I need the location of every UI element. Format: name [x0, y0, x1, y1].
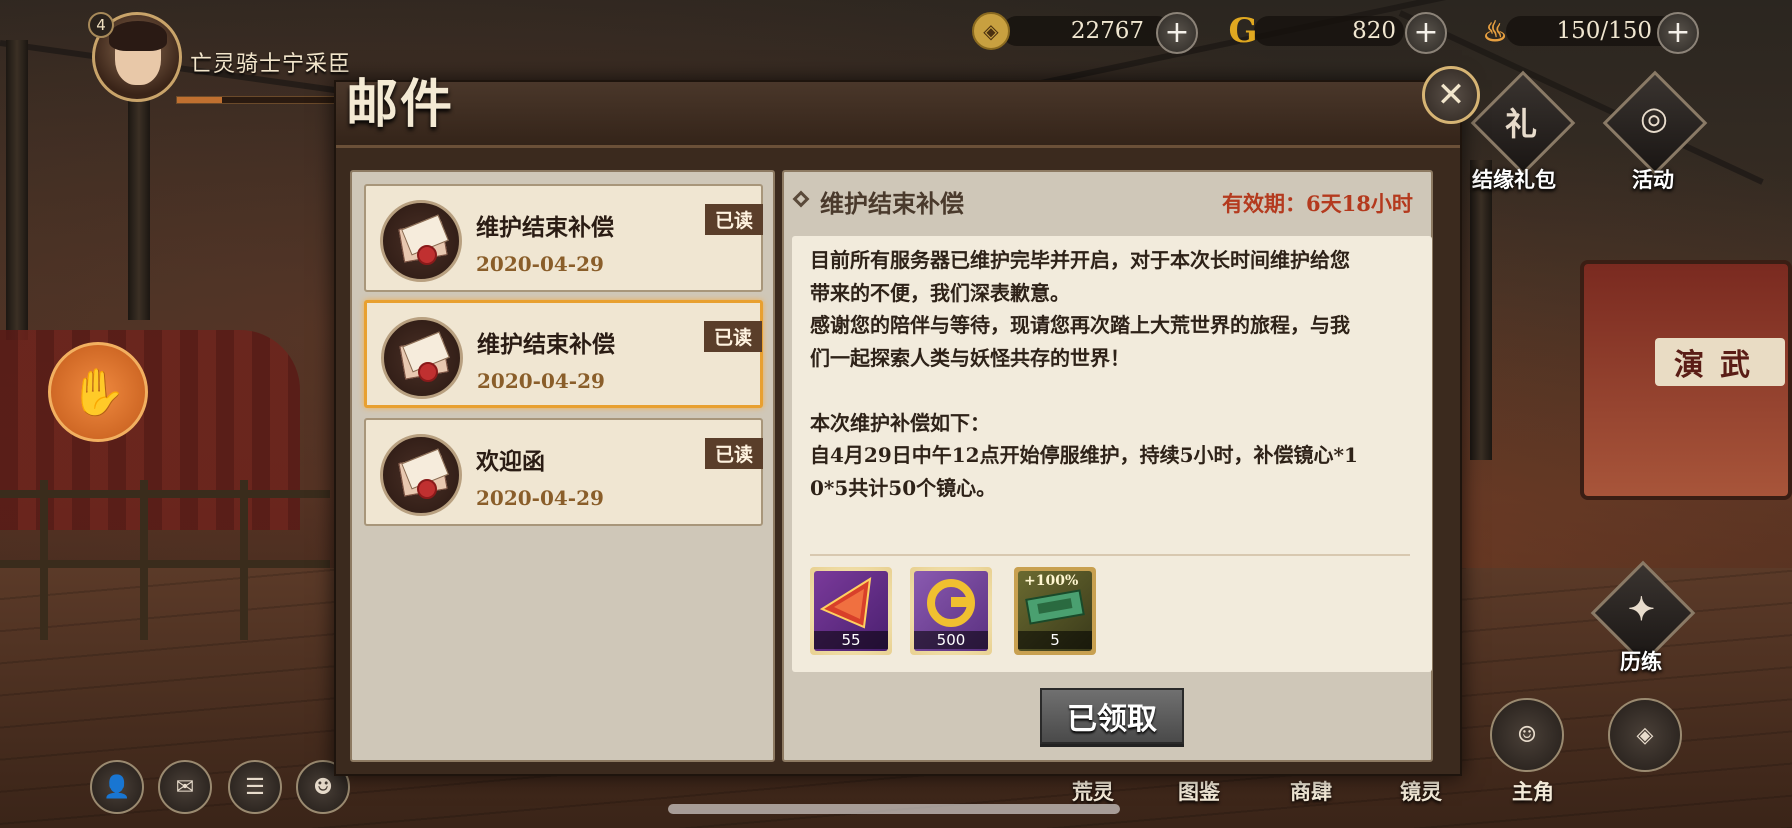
read-status-badge: 已读 — [703, 321, 762, 352]
hand-icon[interactable]: ✋ — [48, 342, 148, 442]
envelope-icon — [381, 317, 463, 399]
mail-validity: 有效期：6天18小时 — [1222, 191, 1413, 216]
reward-count: 55 — [814, 631, 888, 649]
reward-count: 500 — [914, 631, 988, 649]
nav-spirits[interactable]: 荒灵 — [1072, 776, 1114, 806]
reward-red-crystal[interactable]: 55 — [810, 567, 892, 655]
exp-boost-badge: +100% — [1024, 573, 1079, 589]
read-status-badge: 已读 — [704, 438, 763, 469]
mail-subject: 维护结束补偿 — [477, 331, 615, 358]
events-icon: ◎ — [1640, 99, 1668, 137]
reward-exp-ticket[interactable]: +100% 5 — [1014, 567, 1096, 655]
claimed-button[interactable]: 已领取 — [1040, 688, 1184, 744]
envelope-icon — [380, 200, 462, 282]
gold-mirror-icon — [927, 579, 975, 627]
add-mirror-heart-button[interactable]: + — [1405, 12, 1447, 54]
mail-list-item-selected[interactable]: 维护结束补偿 2020-04-29 已读 — [364, 300, 763, 408]
nav-mirror-spirits[interactable]: 镜灵 — [1400, 776, 1442, 806]
player-name: 亡灵骑士宁采臣 — [190, 52, 352, 77]
mail-detail-subject: 维护结束补偿 — [820, 189, 964, 218]
reward-count: 5 — [1018, 631, 1092, 649]
add-coins-button[interactable]: + — [1156, 12, 1198, 54]
resource-mirror-heart: G 820 — [1224, 11, 1404, 51]
stage-sign-text: 演武 — [1655, 338, 1785, 386]
protagonist-icon[interactable]: ☺ — [1490, 698, 1564, 772]
mail-date: 2020-04-29 — [476, 252, 604, 276]
chat-icon[interactable]: ✉ — [158, 760, 212, 814]
mail-subject: 维护结束补偿 — [476, 214, 614, 241]
side-label-training: 历练 — [1620, 649, 1662, 674]
red-crystal-icon — [819, 577, 872, 629]
tasks-icon[interactable]: ☰ — [228, 760, 282, 814]
side-label-gift-pack: 结缘礼包 — [1472, 167, 1556, 192]
add-stamina-button[interactable]: + — [1657, 12, 1699, 54]
side-label-events: 活动 — [1632, 167, 1674, 192]
mail-dialog-title: 邮件 — [346, 74, 455, 135]
reward-gold-mirror[interactable]: 500 — [910, 567, 992, 655]
mail-subject: 欢迎函 — [476, 448, 545, 475]
training-icon: ✦ — [1628, 590, 1655, 628]
nav-protagonist[interactable]: 主角 — [1512, 776, 1554, 806]
read-status-badge: 已读 — [704, 204, 763, 235]
mail-list: 维护结束补偿 2020-04-29 已读 维护结束补偿 2020-04-29 已… — [350, 170, 775, 762]
nav-codex[interactable]: 图鉴 — [1178, 776, 1220, 806]
settings-emblem-icon[interactable]: ◈ — [1608, 698, 1682, 772]
mail-date: 2020-04-29 — [477, 369, 605, 393]
mail-body-text: 目前所有服务器已维护完毕并开启，对于本次长时间维护给您 带来的不便，我们深表歉意… — [810, 248, 1358, 500]
resource-stamina: ♨ 150/150 — [1476, 12, 1676, 50]
mail-dialog-header — [336, 82, 1460, 148]
exp-bar — [176, 96, 356, 104]
resource-coins: ◈ 22767 — [972, 12, 1172, 50]
nav-shop[interactable]: 商肆 — [1290, 776, 1332, 806]
close-icon[interactable]: ✕ — [1422, 66, 1480, 124]
player-level-badge: 4 — [88, 12, 114, 38]
mail-date: 2020-04-29 — [476, 486, 604, 510]
envelope-icon — [380, 434, 462, 516]
friends-icon[interactable]: 👤 — [90, 760, 144, 814]
mail-list-item[interactable]: 维护结束补偿 2020-04-29 已读 — [364, 184, 763, 292]
gift-pack-icon: 礼 — [1505, 105, 1538, 143]
mail-list-item[interactable]: 欢迎函 2020-04-29 已读 — [364, 418, 763, 526]
home-indicator[interactable] — [668, 804, 1120, 814]
rewards-divider — [810, 554, 1410, 556]
